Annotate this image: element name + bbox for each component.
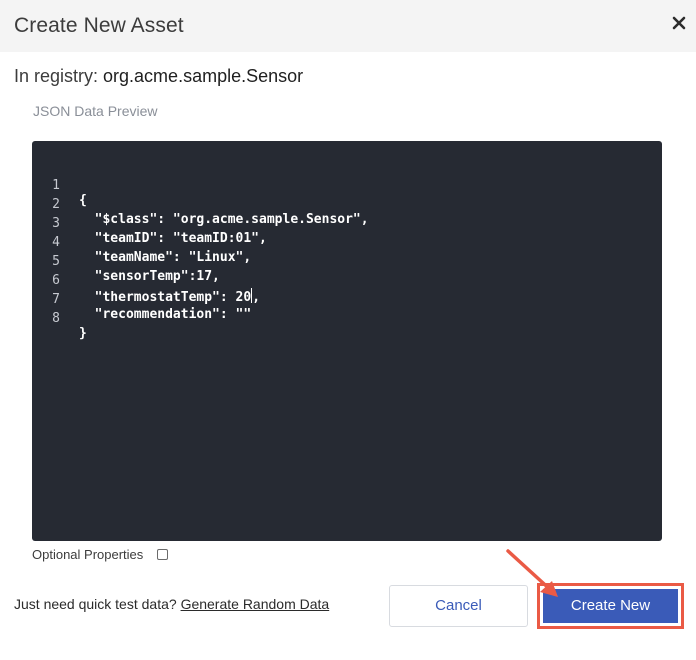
dialog-title: Create New Asset xyxy=(14,14,184,37)
generate-random-data-link[interactable]: Generate Random Data xyxy=(181,596,330,612)
code-line: 3 "teamID": "teamID:01", xyxy=(32,201,662,246)
code-line: 4 "teamName": "Linux", xyxy=(32,220,662,265)
json-code-editor[interactable]: 1 { 2 "$class": "org.acme.sample.Sensor"… xyxy=(32,141,662,541)
code-line: 2 "$class": "org.acme.sample.Sensor", xyxy=(32,182,662,227)
registry-name: org.acme.sample.Sensor xyxy=(103,66,304,86)
dialog-header: Create New Asset xyxy=(0,0,696,52)
code-text[interactable]: } xyxy=(79,326,87,341)
optional-properties-checkbox[interactable] xyxy=(157,549,168,560)
quick-data-text: Just need quick test data? Generate Rand… xyxy=(14,596,329,612)
registry-line: In registry: org.acme.sample.Sensor xyxy=(14,66,303,87)
json-preview-label: JSON Data Preview xyxy=(33,103,158,119)
code-line: 5 "sensorTemp":17, xyxy=(32,239,662,284)
code-line: 6 "thermostatTemp": 20, xyxy=(32,258,662,305)
close-icon[interactable] xyxy=(671,15,687,31)
annotation-arrow-icon xyxy=(506,549,558,597)
quick-data-prompt: Just need quick test data? xyxy=(14,596,181,612)
registry-prefix: In registry: xyxy=(14,66,104,86)
optional-properties-label: Optional Properties xyxy=(32,547,144,562)
code-line: 1 { xyxy=(32,163,662,208)
code-line: 7 "recommendation": "" xyxy=(32,277,662,322)
line-number: 8 xyxy=(52,311,60,326)
code-line: 8 } xyxy=(32,296,662,341)
